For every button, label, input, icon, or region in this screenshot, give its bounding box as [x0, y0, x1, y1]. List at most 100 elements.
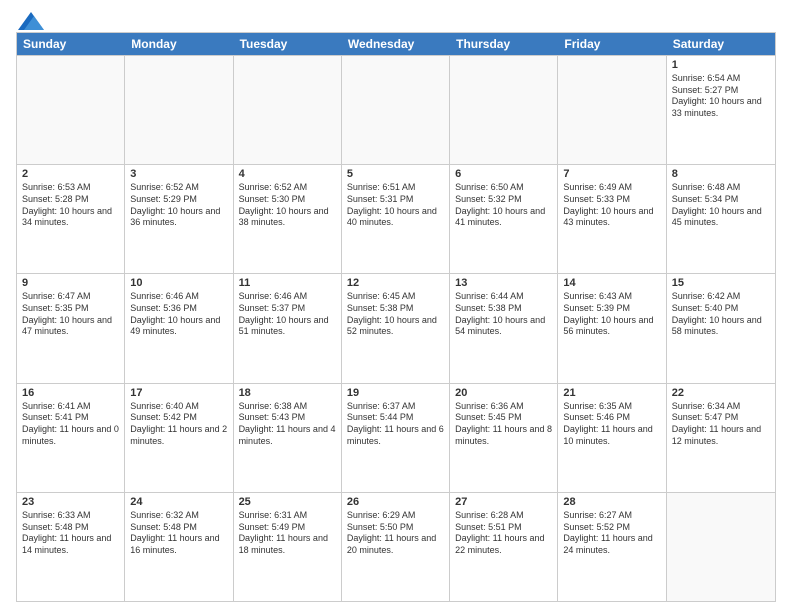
day-info: Sunrise: 6:43 AM Sunset: 5:39 PM Dayligh… — [563, 291, 660, 338]
cal-day-22: 22 Sunrise: 6:34 AM Sunset: 5:47 PM Dayli… — [667, 384, 775, 492]
calendar-body: 1Sunrise: 6:54 AM Sunset: 5:27 PM Daylig… — [17, 55, 775, 601]
logo-icon — [18, 12, 44, 30]
cal-day-10: 10 Sunrise: 6:46 AM Sunset: 5:36 PM Dayli… — [125, 274, 233, 382]
day-info: Sunrise: 6:52 AM Sunset: 5:30 PM Dayligh… — [239, 182, 336, 229]
day-info: Sunrise: 6:53 AM Sunset: 5:28 PM Dayligh… — [22, 182, 119, 229]
day-number: 1 — [672, 59, 770, 71]
day-info: Sunrise: 6:49 AM Sunset: 5:33 PM Dayligh… — [563, 182, 660, 229]
cal-day-9: 9 Sunrise: 6:47 AM Sunset: 5:35 PM Daylig… — [17, 274, 125, 382]
day-info: Sunrise: 6:37 AM Sunset: 5:44 PM Dayligh… — [347, 401, 444, 448]
day-info: Sunrise: 6:34 AM Sunset: 5:47 PM Dayligh… — [672, 401, 770, 448]
day-number: 27 — [455, 496, 552, 508]
day-number: 11 — [239, 277, 336, 289]
cal-day-18: 18Sunrise: 6:38 AM Sunset: 5:43 PM Dayli… — [234, 384, 342, 492]
day-number: 3 — [130, 168, 227, 180]
cal-empty-cell — [17, 56, 125, 164]
day-info: Sunrise: 6:44 AM Sunset: 5:38 PM Dayligh… — [455, 291, 552, 338]
day-info: Sunrise: 6:46 AM Sunset: 5:37 PM Dayligh… — [239, 291, 336, 338]
cal-week-row: 2 Sunrise: 6:53 AM Sunset: 5:28 PM Daylig… — [17, 164, 775, 273]
day-info: Sunrise: 6:48 AM Sunset: 5:34 PM Dayligh… — [672, 182, 770, 229]
day-number: 14 — [563, 277, 660, 289]
day-info: Sunrise: 6:41 AM Sunset: 5:41 PM Dayligh… — [22, 401, 119, 448]
cal-week-row: 9 Sunrise: 6:47 AM Sunset: 5:35 PM Daylig… — [17, 273, 775, 382]
day-info: Sunrise: 6:29 AM Sunset: 5:50 PM Dayligh… — [347, 510, 444, 557]
day-info: Sunrise: 6:46 AM Sunset: 5:36 PM Dayligh… — [130, 291, 227, 338]
cal-day-21: 21 Sunrise: 6:35 AM Sunset: 5:46 PM Dayli… — [558, 384, 666, 492]
day-info: Sunrise: 6:28 AM Sunset: 5:51 PM Dayligh… — [455, 510, 552, 557]
day-info: Sunrise: 6:31 AM Sunset: 5:49 PM Dayligh… — [239, 510, 336, 557]
cal-empty-cell — [125, 56, 233, 164]
cal-day-20: 20 Sunrise: 6:36 AM Sunset: 5:45 PM Dayli… — [450, 384, 558, 492]
cal-day-14: 14 Sunrise: 6:43 AM Sunset: 5:39 PM Dayli… — [558, 274, 666, 382]
day-info: Sunrise: 6:40 AM Sunset: 5:42 PM Dayligh… — [130, 401, 227, 448]
cal-day-28: 28 Sunrise: 6:27 AM Sunset: 5:52 PM Dayli… — [558, 493, 666, 601]
day-info: Sunrise: 6:47 AM Sunset: 5:35 PM Dayligh… — [22, 291, 119, 338]
day-number: 12 — [347, 277, 444, 289]
calendar-header: SundayMondayTuesdayWednesdayThursdayFrid… — [17, 33, 775, 55]
day-info: Sunrise: 6:45 AM Sunset: 5:38 PM Dayligh… — [347, 291, 444, 338]
cal-header-cell: Friday — [558, 33, 666, 55]
cal-header-cell: Saturday — [667, 33, 775, 55]
cal-day-11: 11 Sunrise: 6:46 AM Sunset: 5:37 PM Dayli… — [234, 274, 342, 382]
day-number: 21 — [563, 387, 660, 399]
cal-header-cell: Tuesday — [234, 33, 342, 55]
day-number: 17 — [130, 387, 227, 399]
day-number: 5 — [347, 168, 444, 180]
day-info: Sunrise: 6:52 AM Sunset: 5:29 PM Dayligh… — [130, 182, 227, 229]
day-info: Sunrise: 6:27 AM Sunset: 5:52 PM Dayligh… — [563, 510, 660, 557]
day-info: Sunrise: 6:51 AM Sunset: 5:31 PM Dayligh… — [347, 182, 444, 229]
day-number: 6 — [455, 168, 552, 180]
cal-day-26: 26 Sunrise: 6:29 AM Sunset: 5:50 PM Dayli… — [342, 493, 450, 601]
cal-day-17: 17 Sunrise: 6:40 AM Sunset: 5:42 PM Dayli… — [125, 384, 233, 492]
day-number: 9 — [22, 277, 119, 289]
day-info: Sunrise: 6:32 AM Sunset: 5:48 PM Dayligh… — [130, 510, 227, 557]
cal-day-3: 3 Sunrise: 6:52 AM Sunset: 5:29 PM Daylig… — [125, 165, 233, 273]
day-number: 15 — [672, 277, 770, 289]
cal-empty-cell — [234, 56, 342, 164]
day-number: 4 — [239, 168, 336, 180]
cal-week-row: 23 Sunrise: 6:33 AM Sunset: 5:48 PM Dayli… — [17, 492, 775, 601]
day-number: 28 — [563, 496, 660, 508]
day-info: Sunrise: 6:33 AM Sunset: 5:48 PM Dayligh… — [22, 510, 119, 557]
cal-empty-cell — [450, 56, 558, 164]
cal-day-24: 24Sunrise: 6:32 AM Sunset: 5:48 PM Dayli… — [125, 493, 233, 601]
cal-header-cell: Sunday — [17, 33, 125, 55]
cal-day-6: 6 Sunrise: 6:50 AM Sunset: 5:32 PM Daylig… — [450, 165, 558, 273]
cal-day-27: 27 Sunrise: 6:28 AM Sunset: 5:51 PM Dayli… — [450, 493, 558, 601]
cal-empty-cell — [558, 56, 666, 164]
day-number: 20 — [455, 387, 552, 399]
day-number: 23 — [22, 496, 119, 508]
cal-day-4: 4 Sunrise: 6:52 AM Sunset: 5:30 PM Daylig… — [234, 165, 342, 273]
cal-empty-cell — [342, 56, 450, 164]
cal-day-19: 19 Sunrise: 6:37 AM Sunset: 5:44 PM Dayli… — [342, 384, 450, 492]
cal-header-cell: Monday — [125, 33, 233, 55]
calendar: SundayMondayTuesdayWednesdayThursdayFrid… — [16, 32, 776, 602]
day-info: Sunrise: 6:50 AM Sunset: 5:32 PM Dayligh… — [455, 182, 552, 229]
day-number: 2 — [22, 168, 119, 180]
day-number: 18 — [239, 387, 336, 399]
cal-day-1: 1Sunrise: 6:54 AM Sunset: 5:27 PM Daylig… — [667, 56, 775, 164]
day-number: 16 — [22, 387, 119, 399]
cal-day-25: 25 Sunrise: 6:31 AM Sunset: 5:49 PM Dayli… — [234, 493, 342, 601]
logo — [16, 12, 44, 24]
cal-day-2: 2 Sunrise: 6:53 AM Sunset: 5:28 PM Daylig… — [17, 165, 125, 273]
day-number: 25 — [239, 496, 336, 508]
page: SundayMondayTuesdayWednesdayThursdayFrid… — [0, 0, 792, 612]
cal-header-cell: Wednesday — [342, 33, 450, 55]
day-number: 19 — [347, 387, 444, 399]
cal-day-16: 16 Sunrise: 6:41 AM Sunset: 5:41 PM Dayli… — [17, 384, 125, 492]
day-number: 8 — [672, 168, 770, 180]
day-info: Sunrise: 6:36 AM Sunset: 5:45 PM Dayligh… — [455, 401, 552, 448]
cal-day-15: 15Sunrise: 6:42 AM Sunset: 5:40 PM Dayli… — [667, 274, 775, 382]
day-number: 22 — [672, 387, 770, 399]
day-info: Sunrise: 6:35 AM Sunset: 5:46 PM Dayligh… — [563, 401, 660, 448]
cal-day-5: 5 Sunrise: 6:51 AM Sunset: 5:31 PM Daylig… — [342, 165, 450, 273]
cal-day-7: 7Sunrise: 6:49 AM Sunset: 5:33 PM Daylig… — [558, 165, 666, 273]
day-number: 10 — [130, 277, 227, 289]
cal-day-12: 12 Sunrise: 6:45 AM Sunset: 5:38 PM Dayli… — [342, 274, 450, 382]
cal-week-row: 1Sunrise: 6:54 AM Sunset: 5:27 PM Daylig… — [17, 55, 775, 164]
cal-day-8: 8 Sunrise: 6:48 AM Sunset: 5:34 PM Daylig… — [667, 165, 775, 273]
day-number: 13 — [455, 277, 552, 289]
day-number: 26 — [347, 496, 444, 508]
cal-header-cell: Thursday — [450, 33, 558, 55]
